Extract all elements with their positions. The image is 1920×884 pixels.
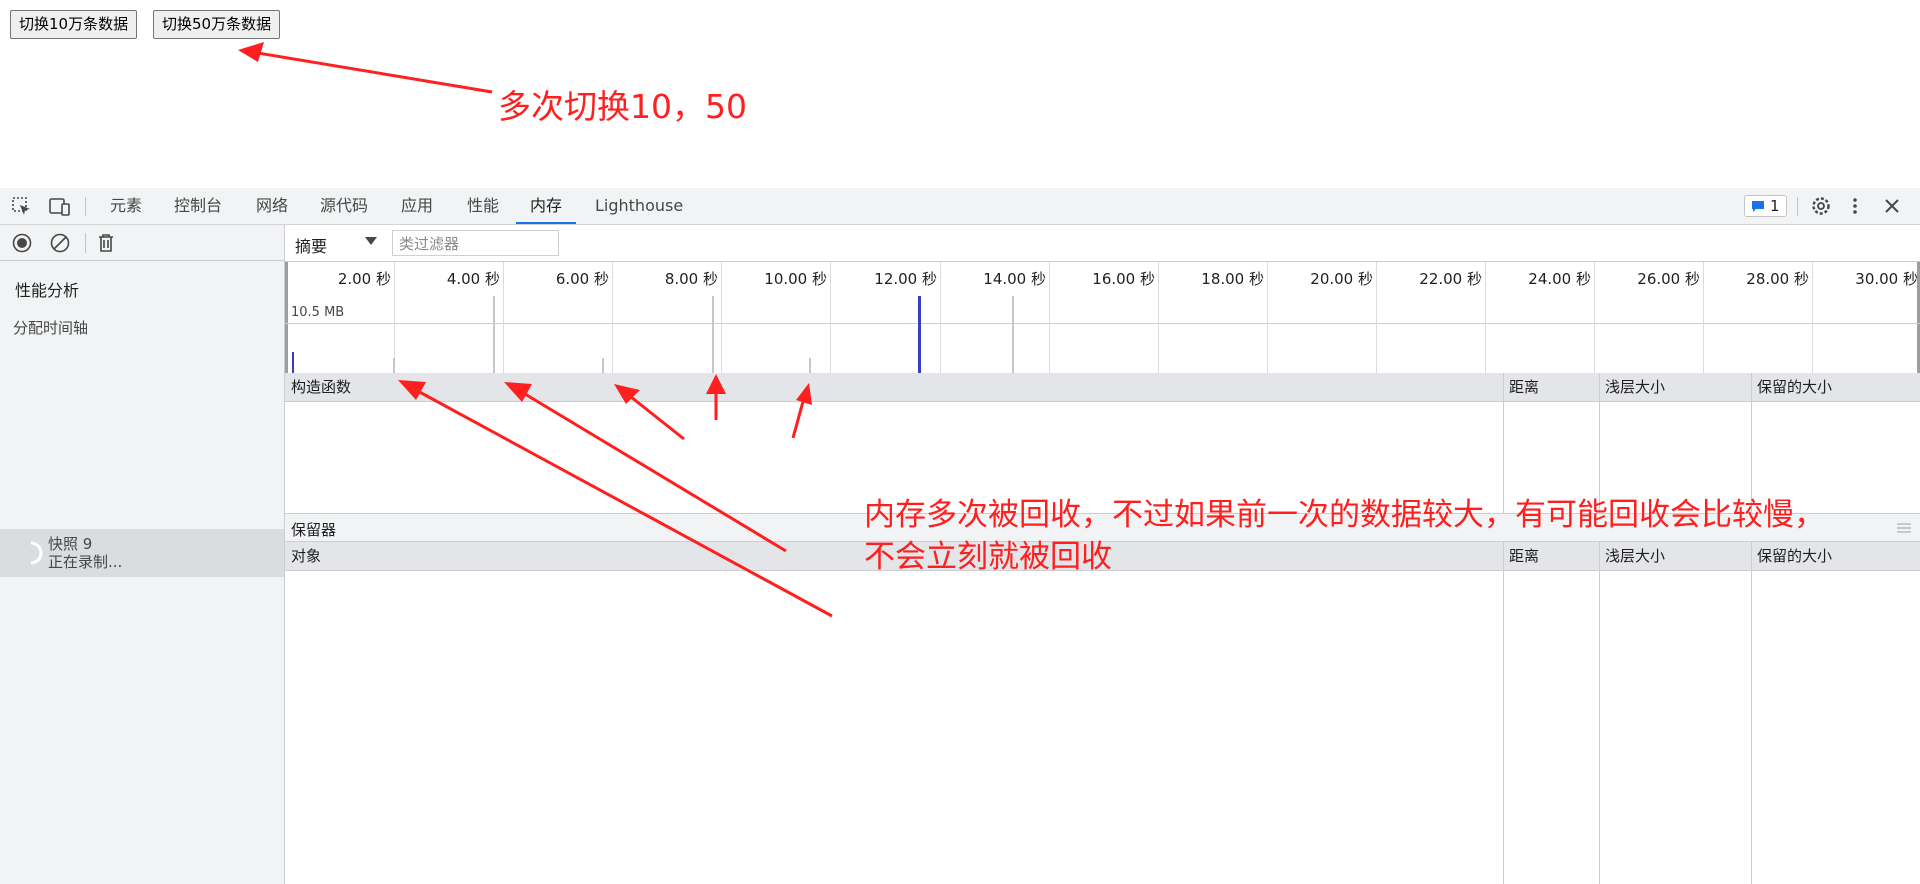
annotation-note-line2: 不会立刻就被回收: [864, 539, 1112, 575]
annotation-arrows: [398, 374, 833, 618]
annotation-note-line1: 内存多次被回收，不过如果前一次的数据较大，有可能回收会比较慢，: [864, 497, 1825, 533]
annotation-note: 内存多次被回收，不过如果前一次的数据较大，有可能回收会比较慢， 不会立刻就被回收: [864, 494, 1825, 578]
